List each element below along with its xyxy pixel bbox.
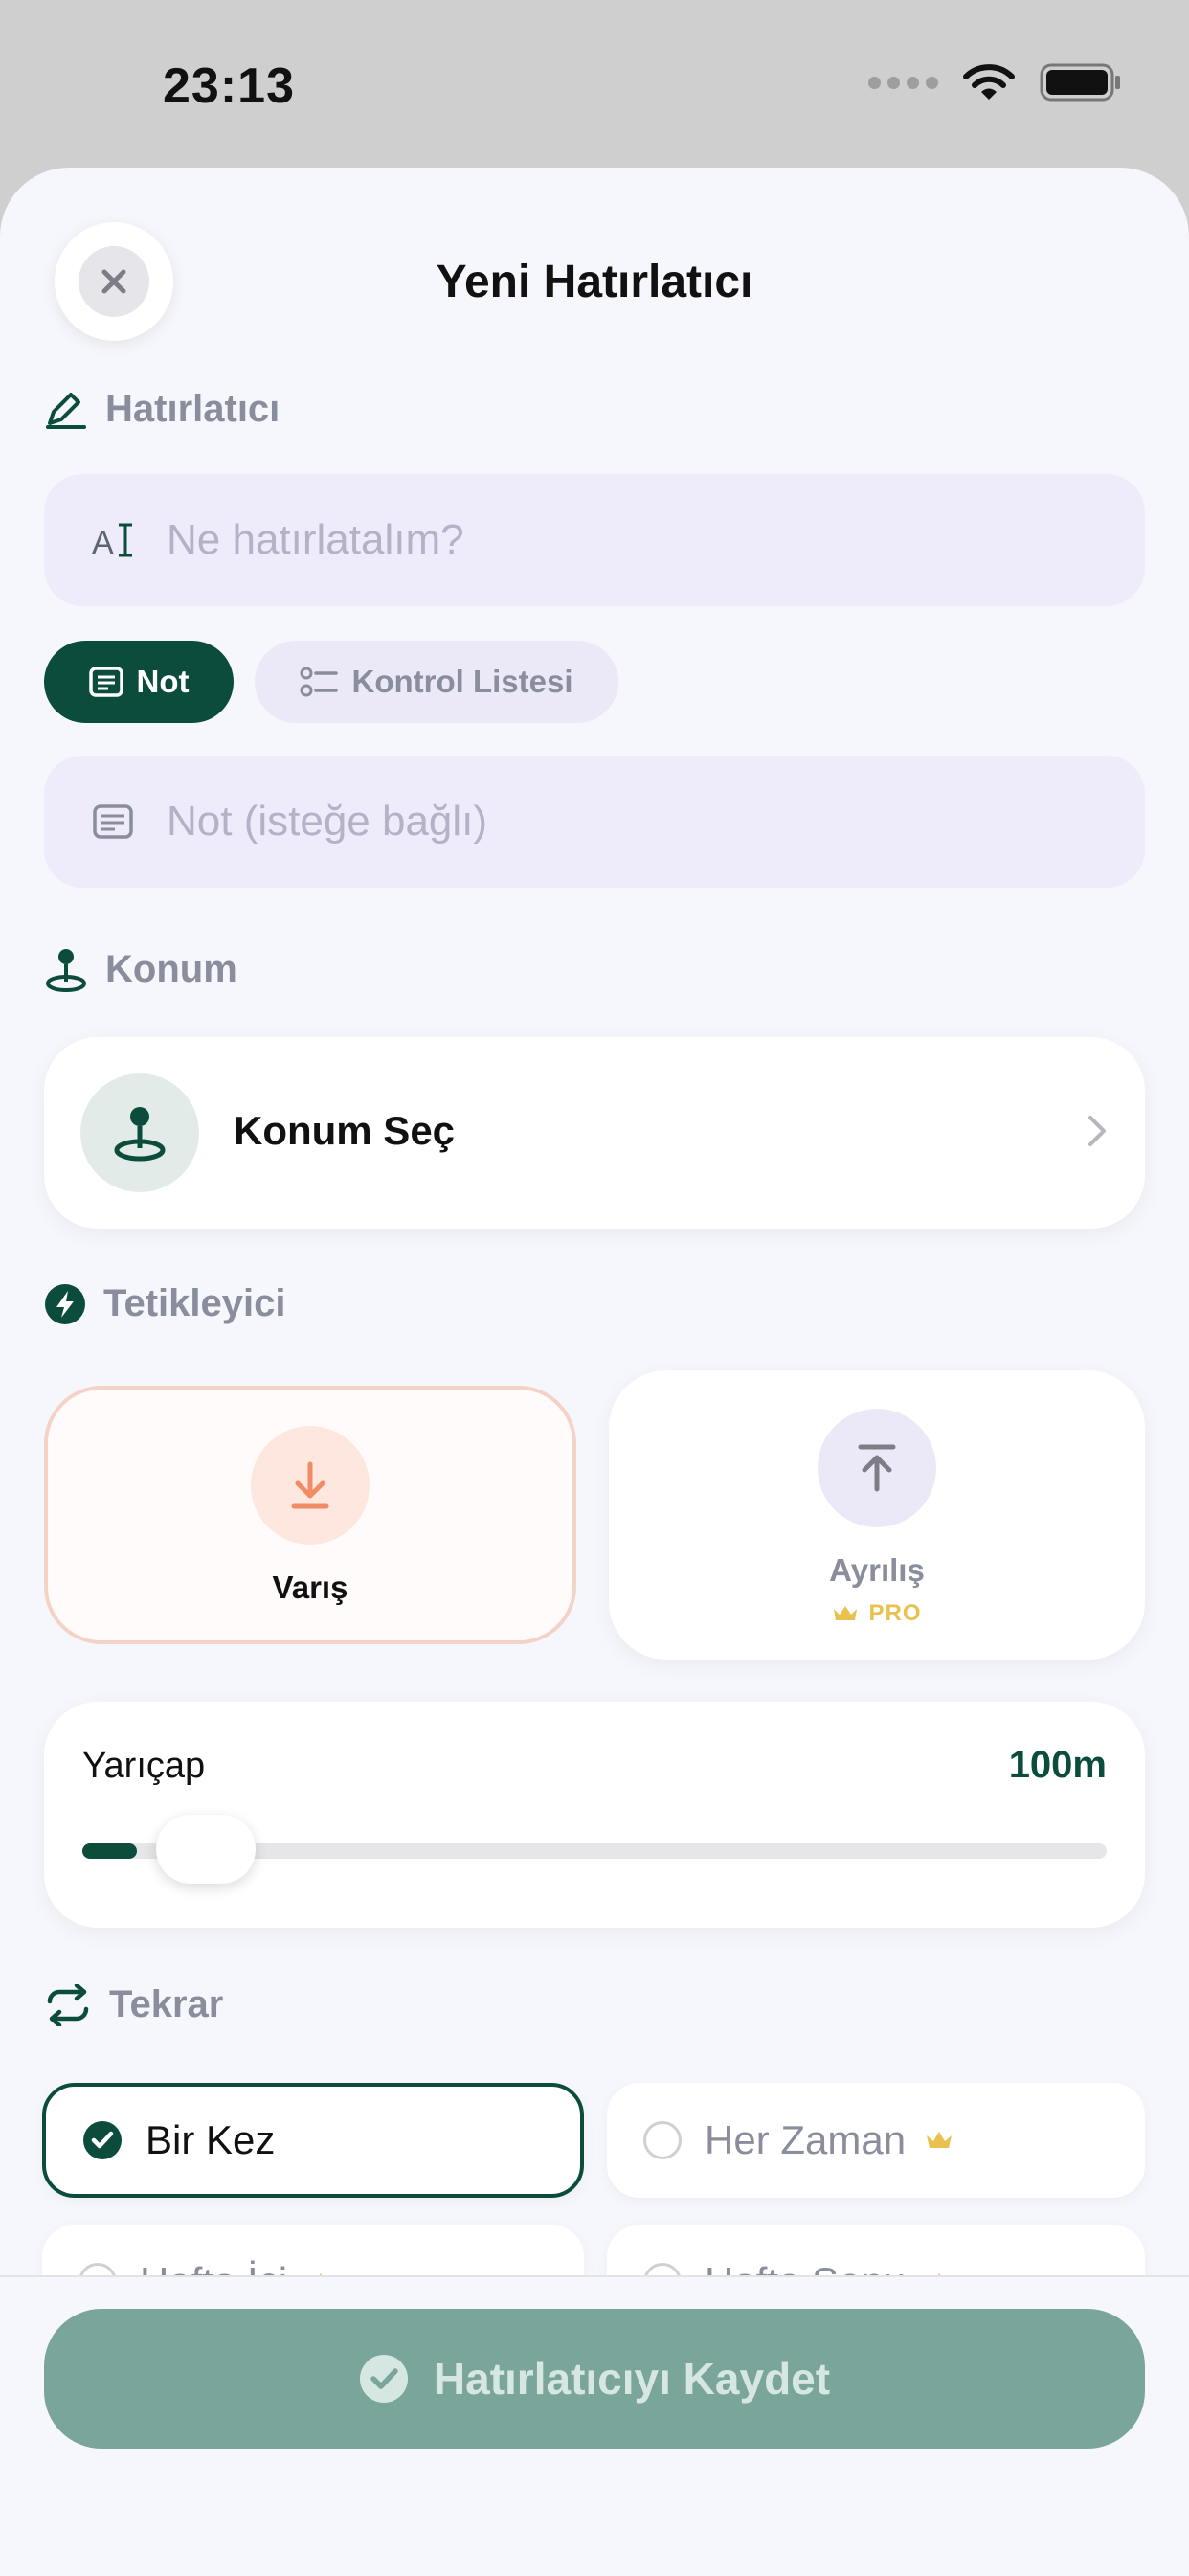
repeat-option-always[interactable]: Her Zaman: [607, 2083, 1145, 2198]
trigger-departure-label: Ayrılış: [829, 1552, 925, 1588]
radius-label: Yarıçap: [82, 1746, 206, 1786]
type-chip-note[interactable]: Not: [44, 641, 234, 723]
reminder-section-header: Hatırlatıcı: [44, 388, 280, 431]
title-input-placeholder: Ne hatırlatalım?: [167, 516, 464, 563]
title-input[interactable]: A Ne hatırlatalım?: [44, 474, 1145, 606]
svg-text:A: A: [92, 525, 114, 561]
arrow-down-icon: [291, 1461, 329, 1509]
location-section-header: Konum: [44, 945, 237, 993]
trigger-departure-option[interactable]: Ayrılış PRO: [609, 1370, 1145, 1660]
save-reminder-button[interactable]: Hatırlatıcıyı Kaydet: [44, 2309, 1145, 2449]
status-icons: [868, 63, 1122, 102]
radius-slider-thumb[interactable]: [155, 1815, 256, 1884]
bottom-action-bar: Hatırlatıcıyı Kaydet: [0, 2275, 1189, 2576]
note-icon: [88, 667, 123, 697]
location-pin-circle: [80, 1073, 199, 1192]
arrival-icon-circle: [251, 1426, 370, 1545]
trigger-section-header: Tetikleyici: [44, 1282, 285, 1325]
chevron-right-icon: [1088, 1116, 1106, 1146]
checkmark-circle-icon: [83, 2121, 122, 2159]
checklist-icon: [300, 667, 339, 697]
status-bar: 23:13: [0, 0, 1189, 168]
location-section-label: Konum: [105, 947, 237, 990]
repeat-section-label: Tekrar: [109, 1983, 224, 2025]
repeat-section-header: Tekrar: [44, 1983, 223, 2026]
text-cursor-icon: A: [84, 519, 142, 561]
page-title: Yeni Hatırlatıcı: [436, 257, 753, 307]
arrow-up-icon: [858, 1444, 896, 1492]
lightning-icon: [45, 1283, 85, 1324]
repeat-option-once-label: Bir Kez: [146, 2117, 276, 2162]
note-input[interactable]: Not (isteğe bağlı): [44, 756, 1145, 888]
type-chip-checklist-label: Kontrol Listesi: [351, 664, 573, 699]
note-field-icon: [84, 803, 142, 840]
note-input-placeholder: Not (isteğe bağlı): [167, 798, 488, 845]
radius-slider[interactable]: [82, 1815, 1107, 1884]
repeat-icon: [47, 1983, 89, 2026]
radius-value: 100m: [1008, 1744, 1107, 1786]
wifi-icon: [963, 64, 1015, 100]
repeat-option-once[interactable]: Bir Kez: [42, 2083, 584, 2198]
location-pin-icon: [114, 1107, 166, 1162]
pro-badge-label: PRO: [868, 1600, 922, 1626]
repeat-option-always-label: Her Zaman: [705, 2117, 907, 2162]
trigger-section-label: Tetikleyici: [103, 1282, 286, 1324]
trigger-arrival-option[interactable]: Varış: [44, 1386, 576, 1644]
select-location-label: Konum Seç: [234, 1108, 456, 1153]
radius-slider-fill: [82, 1843, 137, 1859]
radius-card: Yarıçap 100m: [44, 1702, 1145, 1928]
radio-unselected-icon: [643, 2121, 682, 2159]
new-reminder-sheet: Yeni Hatırlatıcı Hatırlatıcı A Ne hatırl…: [0, 168, 1189, 2574]
cellular-signal-icon: [868, 76, 938, 89]
trigger-arrival-label: Varış: [272, 1570, 348, 1605]
pro-badge: PRO: [609, 1600, 1145, 1627]
status-time: 23:13: [163, 58, 295, 114]
battery-icon: [1040, 63, 1120, 102]
crown-icon: [925, 2129, 953, 2152]
checkmark-circle-icon: [359, 2355, 408, 2403]
location-pin-icon: [46, 949, 86, 992]
type-chip-checklist[interactable]: Kontrol Listesi: [255, 641, 618, 723]
departure-icon-circle: [818, 1409, 936, 1527]
type-chip-note-label: Not: [136, 664, 190, 699]
crown-icon: [834, 1606, 858, 1620]
save-reminder-label: Hatırlatıcıyı Kaydet: [433, 2354, 831, 2404]
pencil-icon: [46, 392, 86, 429]
reminder-section-label: Hatırlatıcı: [105, 388, 280, 430]
select-location-button[interactable]: Konum Seç: [44, 1037, 1145, 1229]
